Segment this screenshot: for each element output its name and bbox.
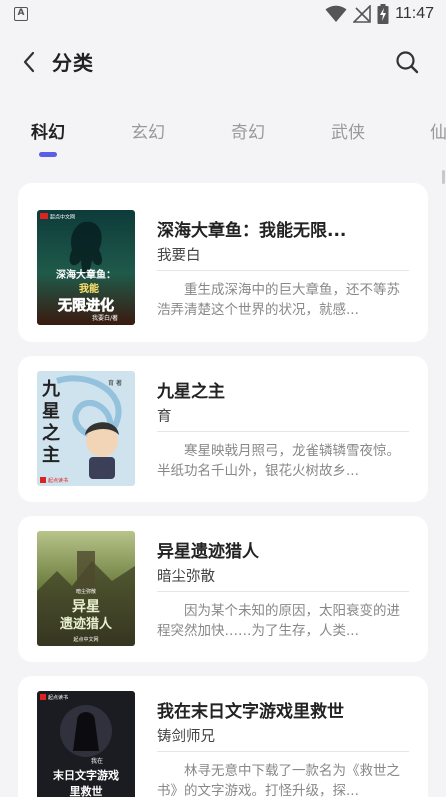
- cover-title-line: 星: [42, 401, 60, 422]
- book-cover: 异星 遗迹猎人 暗尘弥散 起点中文网: [37, 531, 135, 646]
- cover-title-line: 异星: [72, 599, 100, 615]
- battery-charging-icon: [377, 4, 389, 24]
- book-description: 林寻无意中下载了一款名为《救世之书》的文字游戏。打怪升级，探...: [157, 763, 400, 797]
- no-signal-icon: [353, 5, 371, 23]
- cover-badge: 起点中文网: [50, 214, 75, 221]
- status-bar: A 11:47: [0, 0, 446, 28]
- divider: [157, 751, 409, 752]
- tab-wuxia[interactable]: 武侠: [331, 118, 365, 143]
- book-cover: 起点读书 我在 末日文字游戏 里救世: [37, 691, 135, 797]
- book-card[interactable]: 起点读书 我在 末日文字游戏 里救世 我在末日文字游戏里救世 铸剑师兄 林寻无意…: [18, 676, 428, 797]
- cover-title-line: 我能: [79, 282, 99, 295]
- cover-title-line: 无限进化: [57, 297, 114, 314]
- book-title[interactable]: 深海大章鱼：我能无限...: [157, 216, 409, 241]
- tab-scifi[interactable]: 科幻: [31, 118, 65, 143]
- cover-title-line: 末日文字游戏: [52, 768, 119, 782]
- book-description: 寒星映戟月照弓，龙雀辚辚雪夜惊。半纸功名千山外，银花火树故乡...: [157, 443, 400, 479]
- status-time: 11:47: [395, 5, 434, 22]
- cover-title-line: 我在: [91, 757, 103, 765]
- divider: [157, 591, 409, 592]
- book-author: 育: [157, 409, 172, 425]
- book-description: 重生成深海中的巨大章鱼，还不等苏浩弄清楚这个世界的状况，就感...: [157, 282, 400, 318]
- scrollbar[interactable]: [442, 170, 445, 184]
- tab-xianxia[interactable]: 仙: [430, 118, 446, 143]
- tab-fantasy[interactable]: 奇幻: [231, 118, 265, 143]
- cover-title-line: 之: [42, 422, 60, 444]
- cover-title-line: 深海大章鱼：: [56, 268, 116, 281]
- notification-icon: A: [14, 7, 28, 21]
- cover-byline: 育 著: [108, 379, 122, 387]
- tab-xuanhuan[interactable]: 玄幻: [131, 118, 165, 143]
- cover-title-line: 主: [42, 444, 60, 466]
- header: 分类: [0, 40, 446, 84]
- cover-title-line: 九: [41, 379, 60, 400]
- book-description: 因为某个未知的原因，太阳衰变的进程突然加快……为了生存，人类...: [157, 603, 400, 639]
- book-title[interactable]: 我在末日文字游戏里救世: [157, 697, 409, 722]
- cover-byline: 我要白/著: [92, 314, 118, 322]
- cover-badge: 起点读书: [48, 694, 68, 701]
- page-title: 分类: [52, 51, 94, 75]
- book-title[interactable]: 异星遗迹猎人: [157, 537, 409, 562]
- divider: [157, 431, 409, 432]
- book-card[interactable]: 异星 遗迹猎人 暗尘弥散 起点中文网 异星遗迹猎人 暗尘弥散 因为某个未知的原因…: [18, 516, 428, 662]
- book-author: 暗尘弥散: [157, 569, 215, 585]
- category-tabs: 科幻 玄幻 奇幻 武侠 仙: [0, 108, 446, 160]
- divider: [157, 270, 409, 271]
- back-arrow-icon[interactable]: [18, 50, 42, 74]
- cover-badge: 起点中文网: [73, 636, 98, 643]
- book-cover: 起点中文网 深海大章鱼： 我能 无限进化 我要白/著: [37, 210, 135, 325]
- search-icon[interactable]: [394, 49, 420, 75]
- active-tab-indicator: [39, 152, 57, 157]
- book-author: 我要白: [157, 248, 201, 264]
- cover-badge: 起点读书: [48, 477, 68, 484]
- book-card[interactable]: 起点中文网 深海大章鱼： 我能 无限进化 我要白/著 深海大章鱼：我能无限...…: [18, 183, 428, 342]
- book-cover: 九 星 之 主 育 著 起点读书: [37, 371, 135, 486]
- cover-byline: 暗尘弥散: [76, 588, 96, 595]
- book-author: 铸剑师兄: [157, 729, 215, 745]
- cover-title-line: 里救世: [70, 784, 103, 797]
- cover-title-line: 遗迹猎人: [59, 616, 113, 632]
- wifi-icon: [325, 5, 347, 22]
- book-title[interactable]: 九星之主: [157, 377, 409, 402]
- book-card[interactable]: 九 星 之 主 育 著 起点读书 九星之主 育 寒星映戟月照弓，龙雀辚辚雪夜惊。…: [18, 356, 428, 502]
